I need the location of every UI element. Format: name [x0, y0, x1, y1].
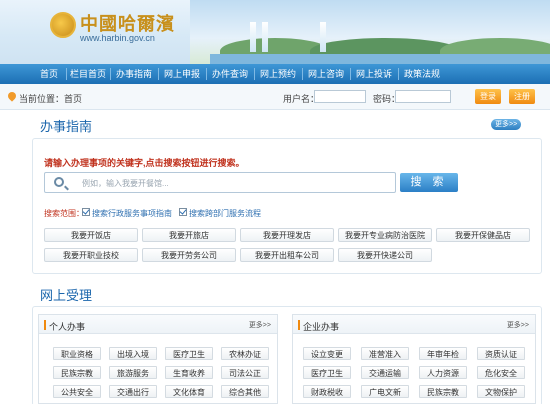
search-placeholder: 例如，输入我要开餐馆... — [82, 179, 169, 188]
nav-divider — [350, 68, 351, 80]
main-nav: 首页 栏目首页 办事指南 网上申报 办件查询 网上预约 网上咨询 网上投诉 政策… — [0, 64, 550, 84]
personal-service-item[interactable]: 农林办证 — [221, 347, 269, 360]
enterprise-services-panel: 企业办事 更多>> 设立变更 准营准入 年审年检 资质认证 医疗卫生 交通运输 … — [292, 314, 536, 404]
password-input[interactable] — [395, 90, 451, 103]
scope-checkbox-services[interactable] — [82, 208, 90, 216]
nav-item-complaint[interactable]: 网上投诉 — [354, 64, 394, 84]
search-hint: 请输入办理事项的关键字,点击搜索按钮进行搜索。 — [44, 158, 245, 168]
personal-services-panel: 个人办事 更多>> 职业资格 出境入境 医疗卫生 农林办证 民族宗教 旅游服务 … — [38, 314, 278, 404]
enterprise-service-item[interactable]: 设立变更 — [303, 347, 351, 360]
enterprise-service-item[interactable]: 准营准入 — [361, 347, 409, 360]
quick-link[interactable]: 我要开保健品店 — [436, 228, 530, 242]
quick-link[interactable]: 我要开理发店 — [240, 228, 334, 242]
search-icon — [54, 177, 64, 187]
guide-section-title: 办事指南 — [40, 119, 93, 134]
nav-item-policy[interactable]: 政策法规 — [402, 64, 442, 84]
enterprise-service-item[interactable]: 资质认证 — [477, 347, 525, 360]
online-section-title: 网上受理 — [40, 288, 93, 303]
waterfall-shape — [250, 22, 256, 52]
nav-divider — [206, 68, 207, 80]
login-button[interactable]: 登录 — [475, 89, 501, 104]
location-pin-icon — [6, 90, 18, 102]
nav-divider — [254, 68, 255, 80]
quick-link[interactable]: 我要开出租车公司 — [240, 248, 334, 262]
nav-item-appointment[interactable]: 网上预约 — [258, 64, 298, 84]
nav-divider — [66, 68, 67, 80]
water-shape — [210, 54, 550, 64]
personal-more-link[interactable]: 更多>> — [249, 320, 271, 330]
site-url: www.harbin.gov.cn — [80, 33, 155, 43]
waterfall-shape — [320, 22, 326, 52]
personal-service-item[interactable]: 交通出行 — [109, 385, 157, 398]
enterprise-service-item[interactable]: 交通运输 — [361, 366, 409, 379]
nav-item-status-query[interactable]: 办件查询 — [210, 64, 250, 84]
quick-link[interactable]: 我要开职业技校 — [44, 248, 138, 262]
quick-link[interactable]: 我要开旅店 — [142, 228, 236, 242]
personal-service-item[interactable]: 民族宗教 — [53, 366, 101, 379]
banner-scenery — [190, 0, 550, 64]
personal-services-title: 个人办事 — [43, 320, 86, 332]
personal-service-item[interactable]: 公共安全 — [53, 385, 101, 398]
personal-service-item[interactable]: 旅游服务 — [109, 366, 157, 379]
personal-service-item[interactable]: 综合其他 — [221, 385, 269, 398]
nav-divider — [158, 68, 159, 80]
enterprise-more-link[interactable]: 更多>> — [507, 320, 529, 330]
enterprise-service-item[interactable]: 文物保护 — [477, 385, 525, 398]
personal-service-item[interactable]: 文化体育 — [165, 385, 213, 398]
nav-divider — [398, 68, 399, 80]
register-button[interactable]: 注册 — [509, 89, 535, 104]
personal-service-item[interactable]: 生育收养 — [165, 366, 213, 379]
nav-item-column-home[interactable]: 栏目首页 — [70, 64, 106, 84]
quick-link[interactable]: 我要开劳务公司 — [142, 248, 236, 262]
nav-item-online-apply[interactable]: 网上申报 — [162, 64, 202, 84]
quick-link[interactable]: 我要开饭店 — [44, 228, 138, 242]
nav-item-guide[interactable]: 办事指南 — [114, 64, 154, 84]
quick-link[interactable]: 我要开快递公司 — [338, 248, 432, 262]
search-scope-label: 搜索范围： — [44, 209, 84, 218]
nav-divider — [110, 68, 111, 80]
personal-service-item[interactable]: 职业资格 — [53, 347, 101, 360]
nav-item-home[interactable]: 首页 — [36, 64, 62, 84]
enterprise-service-item[interactable]: 人力资源 — [419, 366, 467, 379]
breadcrumb: 当前位置：首页 — [19, 94, 83, 104]
username-input[interactable] — [314, 90, 366, 103]
scope-option-services[interactable]: 搜索行政服务事项指南 — [92, 208, 172, 219]
personal-service-item[interactable]: 出境入境 — [109, 347, 157, 360]
nav-item-consult[interactable]: 网上咨询 — [306, 64, 346, 84]
location-login-bar: 当前位置：首页 用户名： 密码： 登录 注册 — [0, 84, 550, 110]
enterprise-service-item[interactable]: 医疗卫生 — [303, 366, 351, 379]
enterprise-service-item[interactable]: 财政税收 — [303, 385, 351, 398]
guide-more-link[interactable]: 更多>> — [491, 119, 522, 130]
scope-checkbox-cross-dept[interactable] — [179, 208, 187, 216]
quick-link[interactable]: 我要开专业病防治医院 — [338, 228, 432, 242]
enterprise-services-title: 企业办事 — [297, 320, 340, 332]
personal-service-item[interactable]: 司法公正 — [221, 366, 269, 379]
header-banner: 中國哈爾濱 www.harbin.gov.cn — [0, 0, 550, 64]
personal-services-header: 个人办事 更多>> — [39, 315, 277, 334]
enterprise-service-item[interactable]: 民族宗教 — [419, 385, 467, 398]
enterprise-service-item[interactable]: 年审年检 — [419, 347, 467, 360]
enterprise-service-item[interactable]: 危化安全 — [477, 366, 525, 379]
nav-divider — [302, 68, 303, 80]
enterprise-services-header: 企业办事 更多>> — [293, 315, 535, 334]
search-button[interactable]: 搜 索 — [400, 173, 458, 192]
personal-service-item[interactable]: 医疗卫生 — [165, 347, 213, 360]
logo-icon — [50, 12, 76, 38]
scope-option-cross-dept[interactable]: 搜索跨部门服务流程 — [189, 208, 261, 219]
waterfall-shape — [262, 22, 268, 52]
enterprise-service-item[interactable]: 广电文新 — [361, 385, 409, 398]
